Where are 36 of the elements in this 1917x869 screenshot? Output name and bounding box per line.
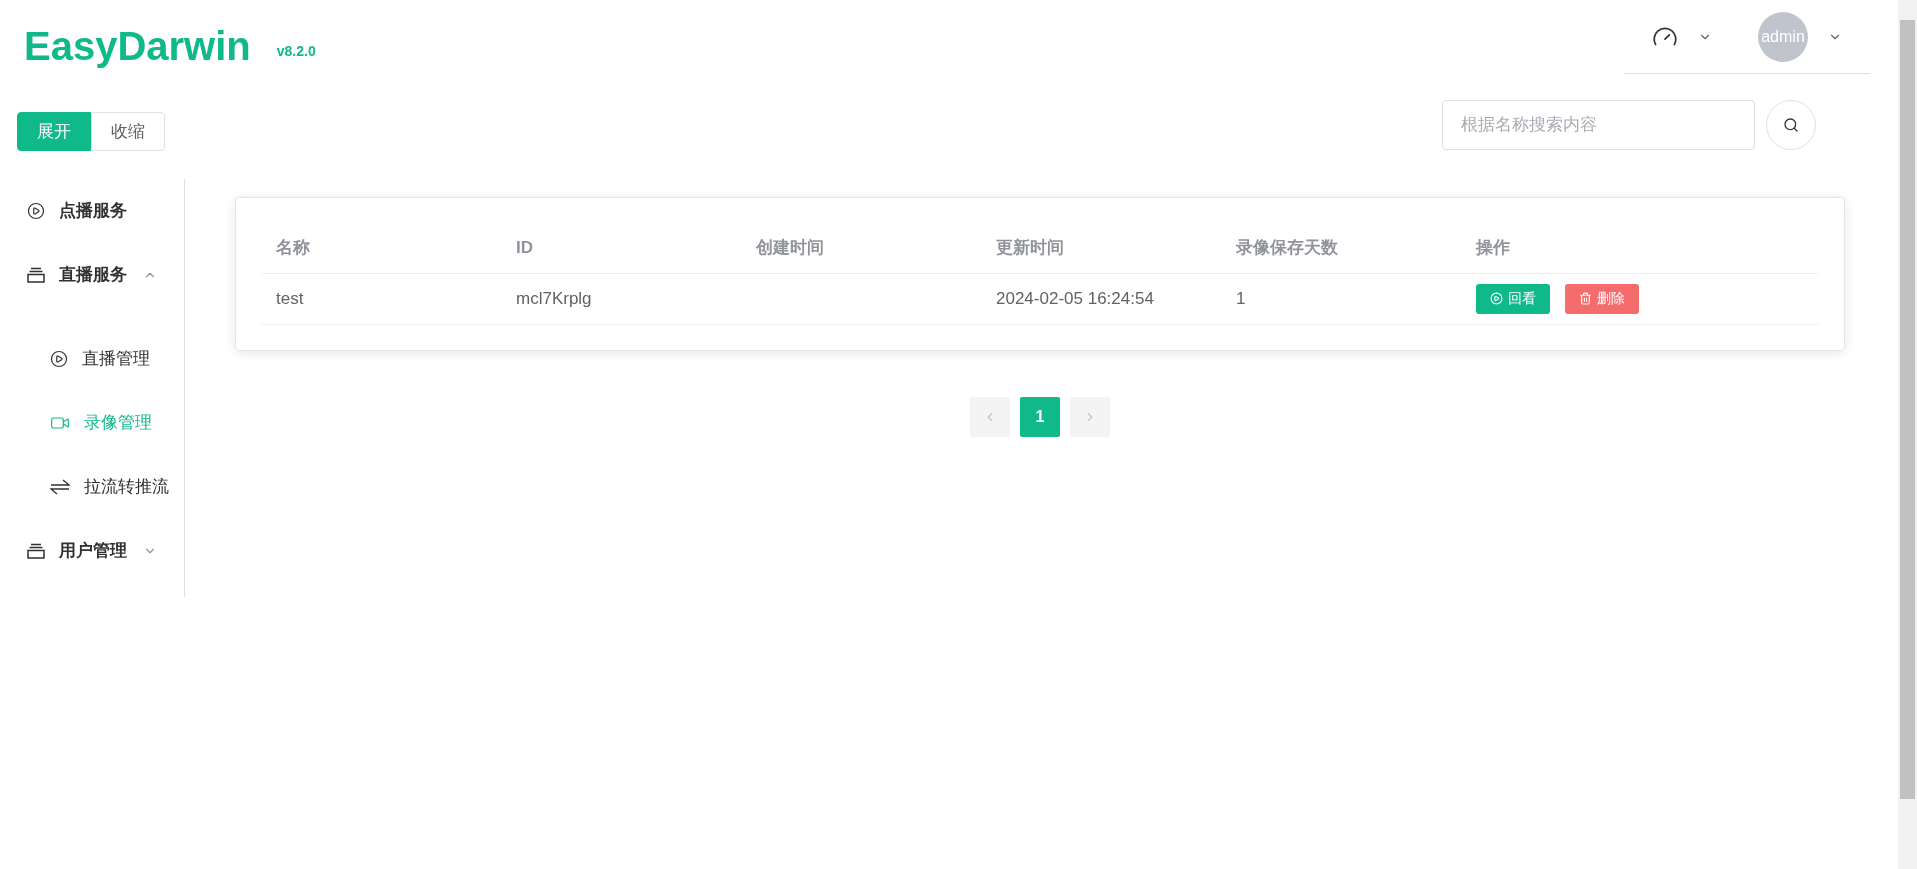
play-circle-icon [27,202,45,220]
scrollbar-thumb[interactable] [1900,20,1915,799]
nav-item[interactable]: 用户管理 [0,519,184,583]
search-field[interactable]: 根据名称搜索内容 [1442,100,1755,150]
nav-label: 点播服务 [59,200,127,223]
nav-item[interactable]: 直播服务 [0,243,184,307]
tray-icon [27,543,45,559]
version-label: v8.2.0 [276,42,316,61]
column-header: ID [516,238,533,257]
column-header: 录像保存天数 [1236,238,1338,257]
toggle-button[interactable]: 收缩 [91,112,165,151]
logo-text: EasyDarwin [24,26,251,66]
nav-label: 录像管理 [84,412,152,435]
nav-label: 拉流转推流 [84,476,169,499]
table-cell: test [276,288,304,308]
table-cell: mcl7Krplg [516,288,592,308]
nav-item[interactable]: 点播服务 [0,179,184,243]
column-header: 名称 [276,238,310,257]
nav-label: 直播服务 [59,264,127,287]
table-cell: 1 [1236,288,1246,308]
nav-label: 用户管理 [59,540,127,563]
trash-icon [1579,292,1592,305]
search-button[interactable] [1766,100,1816,150]
nav-item[interactable]: 直播管理 [0,327,184,391]
play-circle-icon [50,350,68,368]
nav-item[interactable]: 拉流转推流 [0,455,184,519]
search-icon [1783,117,1799,133]
column-header: 操作 [1476,238,1510,257]
column-header: 创建时间 [756,238,824,257]
scrollbar[interactable] [1898,0,1917,869]
play-circle-icon [1490,292,1503,305]
swap-arrows-icon [50,479,70,495]
table-cell: 2024-02-05 16:24:54 [996,288,1154,308]
nav-label: 直播管理 [82,348,150,371]
column-header: 更新时间 [996,238,1064,257]
tray-icon [27,267,45,283]
